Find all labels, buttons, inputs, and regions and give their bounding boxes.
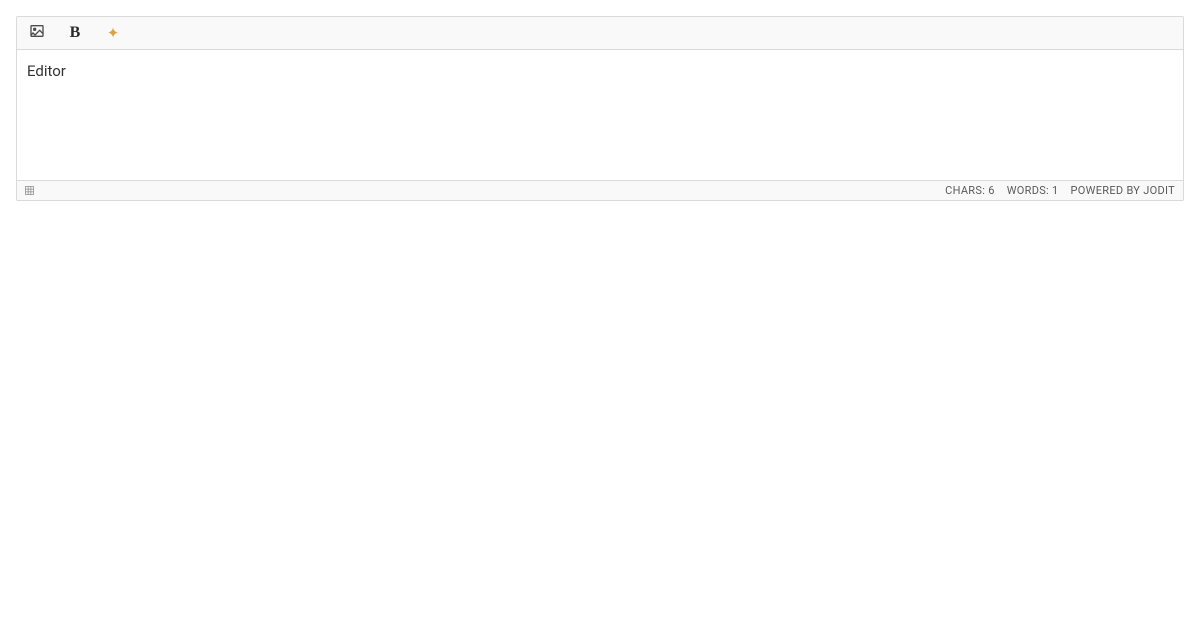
editor-container: B ✦ Editor CHARS: 6 WORDS: 1 POWERED BY … (16, 16, 1184, 201)
editor-text: Editor (27, 62, 66, 80)
editor-content-area[interactable]: Editor (17, 50, 1183, 180)
powered-by[interactable]: POWERED BY JODIT (1071, 184, 1175, 197)
bold-button[interactable]: B (65, 23, 85, 43)
sparkle-button[interactable]: ✦ (103, 23, 123, 43)
words-count: WORDS: 1 (1007, 184, 1059, 197)
statusbar-right: CHARS: 6 WORDS: 1 POWERED BY JODIT (945, 184, 1175, 197)
chars-count: CHARS: 6 (945, 184, 995, 197)
bold-label: B (70, 24, 81, 42)
sparkle-icon: ✦ (107, 24, 120, 42)
statusbar-left (25, 186, 34, 195)
image-button[interactable] (27, 23, 47, 43)
toolbar: B ✦ (17, 17, 1183, 50)
statusbar: CHARS: 6 WORDS: 1 POWERED BY JODIT (17, 180, 1183, 200)
xpath-nav-icon[interactable] (25, 186, 34, 195)
image-icon (29, 23, 45, 43)
